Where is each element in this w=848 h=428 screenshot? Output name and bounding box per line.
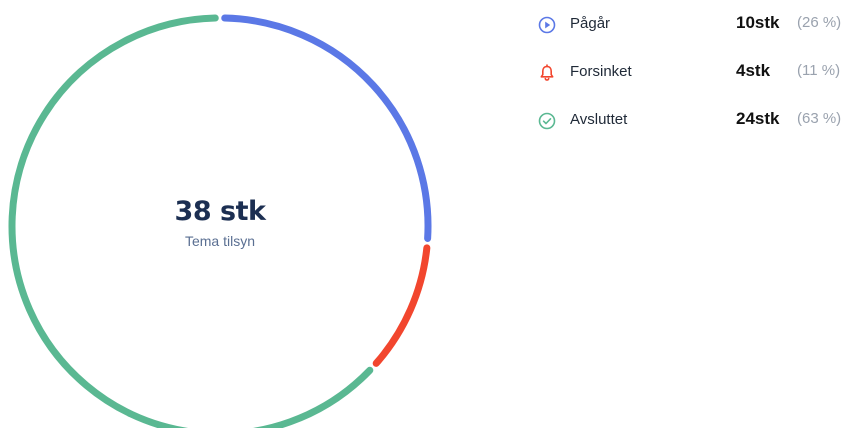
legend-item-pagar[interactable]: Pågår 10stk (26 %): [536, 6, 848, 54]
check-circle-icon: [538, 112, 556, 130]
legend-label: Pågår: [570, 15, 611, 32]
legend-label: Avsluttet: [570, 111, 628, 128]
bell-icon: [540, 64, 554, 81]
legend-value: 10stk: [736, 13, 780, 32]
donut-segment-1[interactable]: [372, 244, 431, 367]
legend-value: 24stk: [736, 109, 780, 128]
legend-percent: (11 %): [797, 62, 841, 79]
total-count: 38 stk: [174, 196, 266, 227]
legend-value: 4stk: [736, 61, 771, 80]
legend: Pågår 10stk (26 %) Forsinket 4stk (11 %)…: [536, 6, 848, 150]
legend-item-forsinket[interactable]: Forsinket 4stk (11 %): [536, 54, 848, 102]
donut-chart: 38 stk Tema tilsyn: [0, 0, 440, 428]
play-circle-icon: [538, 16, 556, 34]
legend-label: Forsinket: [570, 63, 632, 80]
legend-percent: (63 %): [797, 110, 842, 127]
legend-item-avsluttet[interactable]: Avsluttet 24stk (63 %): [536, 102, 848, 150]
legend-percent: (26 %): [797, 14, 842, 31]
total-label: Tema tilsyn: [184, 233, 256, 249]
